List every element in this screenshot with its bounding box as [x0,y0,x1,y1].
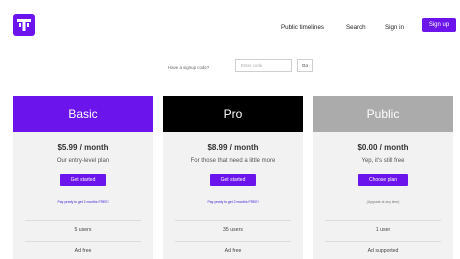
divider [175,220,291,221]
go-button[interactable]: Go [297,59,313,72]
plan-description: For those that need a little more [190,158,276,164]
plan-price: $5.99 / month [57,143,109,152]
plan-name: Public [313,96,453,132]
divider [325,241,441,242]
plan-ads: Ad supported [367,248,399,254]
get-started-button[interactable]: Get started [60,174,106,186]
plan-price: $8.99 / month [207,143,259,152]
pricing-page: Public timelines Search Sign in Sign up … [0,0,460,259]
choose-plan-button[interactable]: Choose plan [358,174,408,186]
nav-sign-in[interactable]: Sign in [385,24,404,31]
divider [325,220,441,221]
tootle-t-logo-icon [17,19,31,31]
sign-up-button[interactable]: Sign up [422,18,456,32]
nav-public-timelines[interactable]: Public timelines [281,24,324,31]
plan-name: Pro [163,96,303,132]
divider [25,241,141,242]
plan-users: 35 users [223,227,243,233]
plan-card-pro: Pro $8.99 / month For those that need a … [163,96,303,259]
plan-description: Yep, it's still free [361,158,405,164]
logo-icon[interactable] [13,14,35,36]
plan-ads: Ad free [224,248,242,254]
divider [25,220,141,221]
plan-ads: Ad free [74,248,92,254]
plan-name: Basic [13,96,153,132]
plan-price: $0.00 / month [357,143,409,152]
yearly-offer-link[interactable]: Pay yearly to get 2 months FREE! [163,200,303,204]
upgrade-note: (Upgrade at any time) [366,200,400,204]
nav-search[interactable]: Search [346,24,366,31]
signup-code-input[interactable]: Enter code [235,59,292,72]
plan-users: 1 user [375,227,391,233]
divider [175,241,291,242]
yearly-offer-link[interactable]: Pay yearly to get 2 months FREE! [13,200,153,204]
plan-card-basic: Basic $5.99 / month Our entry-level plan… [13,96,153,259]
plan-card-public: Public $0.00 / month Yep, it's still fre… [313,96,453,259]
plan-users: 5 users [74,227,92,233]
get-started-button[interactable]: Get started [210,174,256,186]
plan-description: Our entry-level plan [56,158,110,164]
signup-code-label: Have a signup code? [168,65,210,70]
